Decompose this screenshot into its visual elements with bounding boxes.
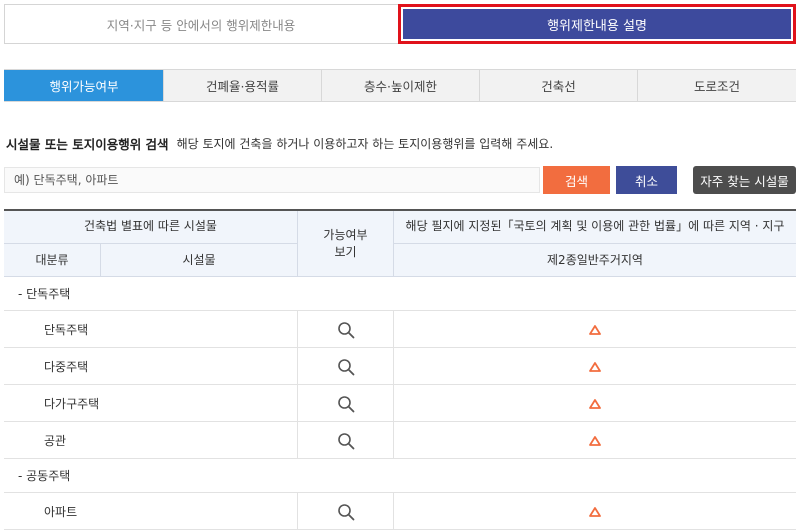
facility-name: 다중주택 [44,360,89,374]
facility-search-input[interactable] [4,167,540,193]
magnifier-icon [337,321,354,338]
view-availability-button[interactable] [297,422,393,459]
magnifier-icon [337,395,354,412]
triangle-icon [589,506,601,517]
header-category: 대분류 [35,252,69,267]
highlight-frame: 행위제한내용 설명 [398,4,796,44]
header-facility: 시설물 [100,244,297,277]
zone-status-cell [393,311,796,348]
table-row: 단독주택 [4,311,796,348]
zone-status-cell [393,348,796,385]
triangle-icon [589,398,601,409]
facility-name: 다가구주택 [44,397,100,411]
view-toggle: 지역·지구 등 안에서의 행위제한내용 행위제한내용 설명 [4,4,796,44]
magnifier-icon [337,358,354,375]
magnifier-icon [337,503,354,520]
zone-status-cell [393,422,796,459]
tab-height-limit[interactable]: 층수·높이제한 [321,70,479,101]
tab-bar: 행위가능여부 건폐율·용적률 층수·높이제한 건축선 도로조건 [4,69,796,102]
table-body: - 단독주택 단독주택 다중주택 다가구주택 공관 - 공동주택 아파트 [4,277,796,530]
view-availability-button[interactable] [297,493,393,530]
search-heading: 시설물 또는 토지이용행위 검색 해당 토지에 건축을 하거나 이용하고자 하는… [6,134,553,153]
group-row: - 단독주택 [4,277,796,311]
search-button[interactable]: 검색 [543,166,610,194]
tab-road-condition[interactable]: 도로조건 [637,70,796,101]
cancel-button[interactable]: 취소 [616,166,677,194]
header-zone: 제2종일반주거지역 [393,244,796,277]
header-availability: 가능여부 보기 [297,211,393,277]
facility-name: 아파트 [44,505,78,519]
facility-name: 공관 [44,434,67,448]
view-availability-button[interactable] [297,385,393,422]
zone-status-cell [393,385,796,422]
group-row: - 공동주택 [4,459,796,493]
view-availability-button[interactable] [297,348,393,385]
restriction-explanation-toggle[interactable]: 행위제한내용 설명 [403,9,791,39]
magnifier-icon [337,432,354,449]
facility-name: 단독주택 [44,323,89,337]
table-header: 건축법 별표에 따른 시설물 대분류 시설물 가능여부 보기 해당 필지에 지정… [4,211,796,277]
frequent-facilities-button[interactable]: 자주 찾는 시설물 [693,166,796,194]
zone-restriction-toggle[interactable]: 지역·지구 등 안에서의 행위제한내용 [5,5,397,43]
table-row: 아파트 [4,493,796,530]
table-row: 다중주택 [4,348,796,385]
search-title: 시설물 또는 토지이용행위 검색 [6,137,169,152]
view-availability-button[interactable] [297,311,393,348]
table-row: 공관 [4,422,796,459]
triangle-icon [589,324,601,335]
triangle-icon [589,361,601,372]
triangle-icon [589,435,601,446]
permitted-use-table: 건축법 별표에 따른 시설물 대분류 시설물 가능여부 보기 해당 필지에 지정… [4,209,796,530]
tab-coverage-ratio[interactable]: 건폐율·용적률 [163,70,321,101]
search-description: 해당 토지에 건축을 하거나 이용하고자 하는 토지이용행위를 입력해 주세요. [176,137,554,151]
table-row: 다가구주택 [4,385,796,422]
header-law: 해당 필지에 지정된「국토의 계획 및 이용에 관한 법률」에 따른 지역 · … [393,211,796,244]
zone-status-cell [393,493,796,530]
header-building: 건축법 별표에 따른 시설물 [4,211,297,244]
tab-permitted-use[interactable]: 행위가능여부 [4,70,163,101]
tab-building-line[interactable]: 건축선 [479,70,637,101]
